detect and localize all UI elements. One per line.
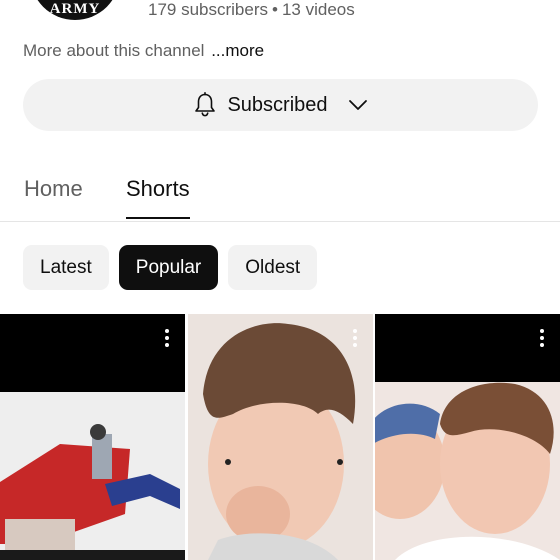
channel-stats: 179 subscribers • 13 videos: [148, 0, 355, 20]
short-thumbnail-image: [188, 314, 373, 560]
more-vert-icon[interactable]: [540, 329, 544, 347]
short-thumbnail[interactable]: [0, 314, 185, 560]
subscribed-button[interactable]: Subscribed: [23, 79, 538, 131]
channel-avatar[interactable]: ARMY: [30, 0, 120, 20]
chevron-down-icon: [348, 99, 368, 111]
short-thumbnail[interactable]: [188, 314, 373, 560]
chip-popular[interactable]: Popular: [118, 245, 219, 290]
channel-about[interactable]: More about this channel ...more: [23, 41, 264, 61]
chip-oldest[interactable]: Oldest: [228, 245, 318, 290]
subscriber-count: 179 subscribers: [148, 0, 269, 19]
about-text: More about this channel: [23, 41, 205, 60]
subscribed-label: Subscribed: [227, 93, 328, 116]
channel-tabs: Home Shorts: [0, 165, 560, 222]
video-count: 13 videos: [281, 0, 355, 19]
more-link[interactable]: ...more: [211, 41, 264, 60]
more-vert-icon[interactable]: [353, 329, 357, 347]
chip-latest[interactable]: Latest: [23, 245, 109, 290]
tab-home[interactable]: Home: [24, 176, 83, 216]
more-vert-icon[interactable]: [165, 329, 169, 347]
bell-icon: [193, 92, 217, 118]
avatar-logo-text: ARMY: [49, 1, 101, 17]
short-thumbnail-image: [0, 314, 185, 560]
shorts-grid: [0, 314, 560, 560]
sort-filter-chips: Latest Popular Oldest: [23, 245, 318, 290]
short-thumbnail[interactable]: [375, 314, 560, 560]
stats-separator: •: [272, 0, 278, 19]
short-thumbnail-image: [375, 314, 560, 560]
tab-shorts[interactable]: Shorts: [126, 176, 190, 219]
